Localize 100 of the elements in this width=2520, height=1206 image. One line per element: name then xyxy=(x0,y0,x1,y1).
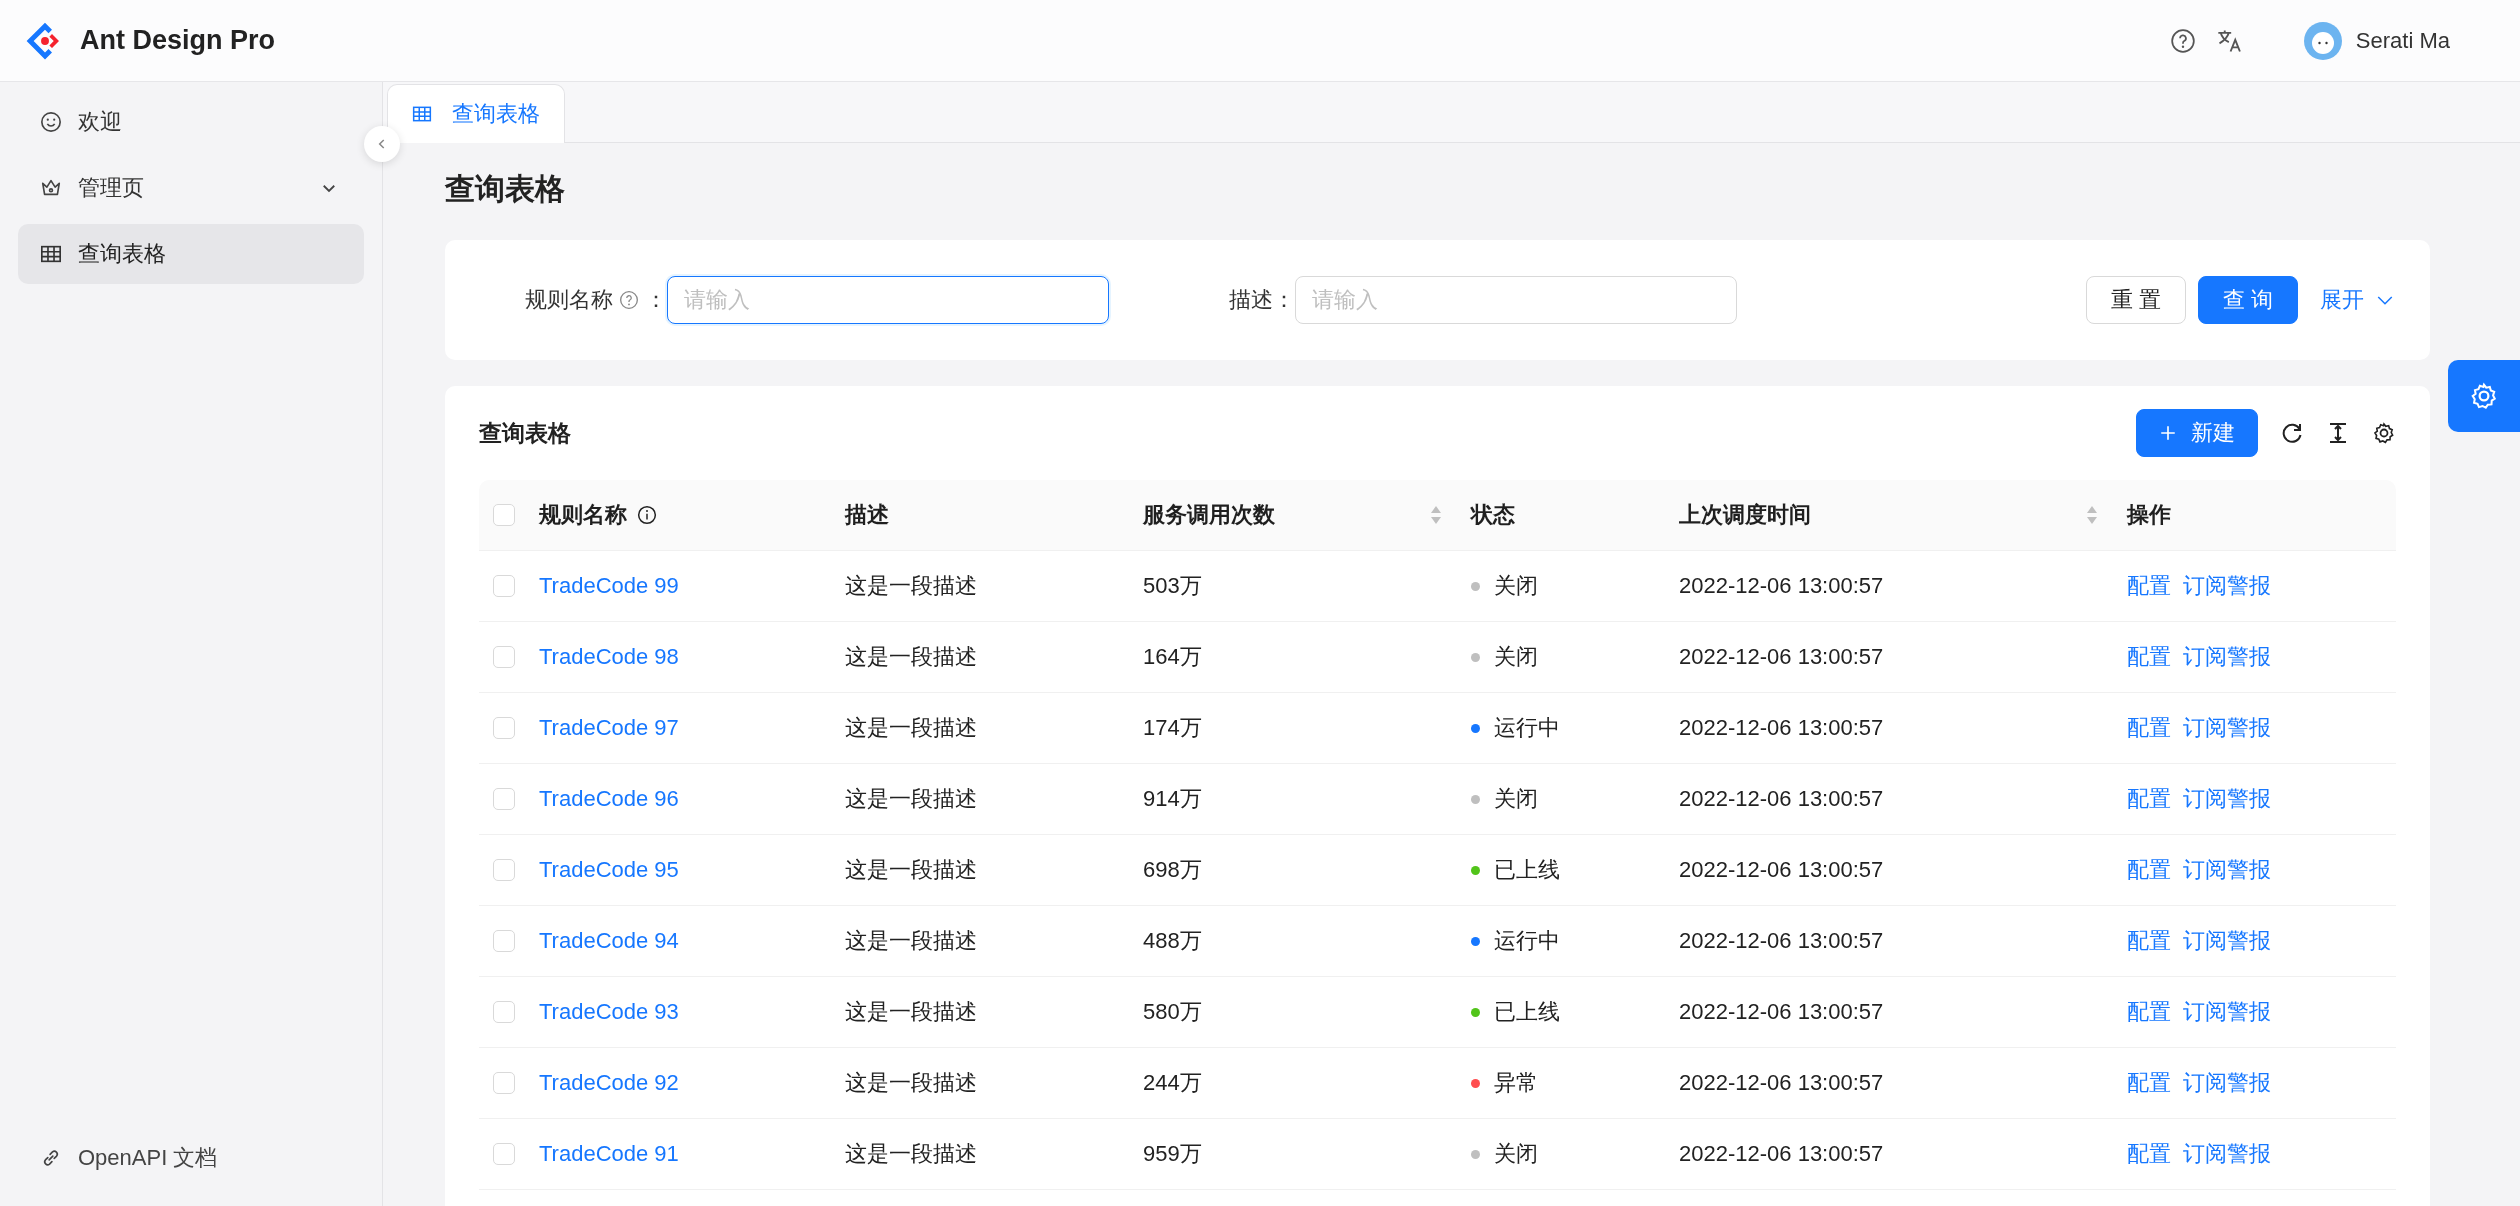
table-cell: 914万 xyxy=(1143,786,1202,811)
column-header[interactable]: 上次调度时间 xyxy=(1665,480,2113,551)
table-cell: 2022-12-06 13:00:57 xyxy=(1679,715,1884,740)
row-checkbox[interactable] xyxy=(493,859,515,881)
table-cell: 174万 xyxy=(1143,715,1202,740)
field-label[interactable]: 规则名称 ： xyxy=(525,285,667,315)
table-cell: 488万 xyxy=(1143,928,1202,953)
table-cell: 2022-12-06 13:00:57 xyxy=(1679,573,1884,598)
row-checkbox[interactable] xyxy=(493,788,515,810)
action-link[interactable]: 订阅警报 xyxy=(2183,1068,2271,1098)
column-header[interactable]: 描述 xyxy=(831,480,1129,551)
help-icon xyxy=(619,290,639,310)
table-cell: 164万 xyxy=(1143,644,1202,669)
rule-name-link[interactable]: TradeCode 99 xyxy=(539,573,679,598)
search-button[interactable]: 查 询 xyxy=(2197,276,2298,324)
row-checkbox[interactable] xyxy=(493,1143,515,1165)
menu-item[interactable]: 管理页 xyxy=(18,158,364,218)
table-title: 查询表格 xyxy=(479,418,571,448)
table-cell: 2022-12-06 13:00:57 xyxy=(1679,644,1884,669)
column-header[interactable]: 规则名称 xyxy=(525,480,831,551)
settings-drawer-button[interactable] xyxy=(2448,360,2520,432)
page-title: 查询表格 xyxy=(445,171,566,207)
row-checkbox[interactable] xyxy=(493,575,515,597)
table-icon xyxy=(40,243,62,265)
menu-item[interactable]: 欢迎 xyxy=(18,92,364,152)
action-link[interactable]: 订阅警报 xyxy=(2183,784,2271,814)
table-cell: 503万 xyxy=(1143,573,1202,598)
action-link[interactable]: 订阅警报 xyxy=(2183,997,2271,1027)
rule-name-link[interactable]: TradeCode 96 xyxy=(539,786,679,811)
row-checkbox[interactable] xyxy=(493,1001,515,1023)
status-text: 关闭 xyxy=(1494,643,1538,671)
reset-button[interactable]: 重 置 xyxy=(2085,276,2186,324)
action-link[interactable]: 配置 xyxy=(2127,784,2171,814)
settings-icon[interactable] xyxy=(2372,421,2396,445)
expand-link[interactable]: 展开 xyxy=(2320,285,2394,315)
action-link[interactable]: 订阅警报 xyxy=(2183,571,2271,601)
reload-icon[interactable] xyxy=(2280,421,2304,445)
action-link[interactable]: 配置 xyxy=(2127,997,2171,1027)
rule-name-link[interactable]: TradeCode 93 xyxy=(539,999,679,1024)
collapse-button[interactable] xyxy=(364,126,400,162)
action-link[interactable]: 配置 xyxy=(2127,855,2171,885)
table-cell: 698万 xyxy=(1143,857,1202,882)
input-field[interactable]: 请输入 xyxy=(667,276,1109,324)
table-cell: 这是一段描述 xyxy=(845,1070,977,1095)
column-header[interactable]: 操作 xyxy=(2113,480,2396,551)
help-icon[interactable] xyxy=(2169,27,2196,54)
row-checkbox[interactable] xyxy=(493,1072,515,1094)
action-link[interactable]: 订阅警报 xyxy=(2183,926,2271,956)
field-label[interactable]: 描述： xyxy=(1229,285,1295,315)
action-link[interactable]: 订阅警报 xyxy=(2183,855,2271,885)
status-text: 异常 xyxy=(1494,1069,1538,1097)
row-checkbox[interactable] xyxy=(493,646,515,668)
user-menu[interactable]: Serati Ma xyxy=(2303,21,2450,60)
sort-icon[interactable] xyxy=(2085,504,2099,526)
table-cell: 2022-12-06 13:00:57 xyxy=(1679,786,1884,811)
status-text: 关闭 xyxy=(1494,1140,1538,1168)
table-cell: 这是一段描述 xyxy=(845,786,977,811)
new-button[interactable]: 新建 xyxy=(2136,409,2258,457)
settings-icon xyxy=(2469,381,2499,411)
status-text: 关闭 xyxy=(1494,785,1538,813)
action-link[interactable]: 配置 xyxy=(2127,1139,2171,1169)
action-link[interactable]: 配置 xyxy=(2127,713,2171,743)
menu-item[interactable]: 查询表格 xyxy=(18,224,364,284)
table-cell: 2022-12-06 13:00:57 xyxy=(1679,857,1884,882)
sort-icon[interactable] xyxy=(1429,504,1443,526)
table-icon xyxy=(412,104,432,124)
column-header[interactable]: 状态 xyxy=(1457,480,1665,551)
rule-name-link[interactable]: TradeCode 97 xyxy=(539,715,679,740)
status-text: 运行中 xyxy=(1494,927,1560,955)
action-link[interactable]: 配置 xyxy=(2127,642,2171,672)
status-text: 运行中 xyxy=(1494,714,1560,742)
select-all-checkbox[interactable] xyxy=(493,504,515,526)
action-link[interactable]: 订阅警报 xyxy=(2183,1139,2271,1169)
table-cell: 这是一段描述 xyxy=(845,715,977,740)
rule-name-link[interactable]: TradeCode 91 xyxy=(539,1141,679,1166)
row-checkbox[interactable] xyxy=(493,717,515,739)
table-cell: 这是一段描述 xyxy=(845,1141,977,1166)
action-link[interactable]: 配置 xyxy=(2127,571,2171,601)
table-cell: 这是一段描述 xyxy=(845,644,977,669)
status-text: 已上线 xyxy=(1494,998,1560,1026)
table-cell: 2022-12-06 13:00:57 xyxy=(1679,1141,1884,1166)
action-link[interactable]: 配置 xyxy=(2127,1068,2171,1098)
rule-name-link[interactable]: TradeCode 98 xyxy=(539,644,679,669)
rule-name-link[interactable]: TradeCode 95 xyxy=(539,857,679,882)
info-icon xyxy=(637,505,657,525)
table-cell: 2022-12-06 13:00:57 xyxy=(1679,928,1884,953)
status-text: 关闭 xyxy=(1494,572,1538,600)
action-link[interactable]: 订阅警报 xyxy=(2183,713,2271,743)
docs-link[interactable]: OpenAPI 文档 xyxy=(0,1128,382,1206)
page-tab[interactable]: 查询表格 xyxy=(387,84,565,143)
rule-name-link[interactable]: TradeCode 92 xyxy=(539,1070,679,1095)
column-header[interactable]: 服务调用次数 xyxy=(1129,480,1457,551)
action-link[interactable]: 订阅警报 xyxy=(2183,642,2271,672)
row-checkbox[interactable] xyxy=(493,930,515,952)
action-link[interactable]: 配置 xyxy=(2127,926,2171,956)
table-cell: 这是一段描述 xyxy=(845,999,977,1024)
avatar-icon xyxy=(2303,21,2342,60)
table-cell: 2022-12-06 13:00:57 xyxy=(1679,1070,1884,1095)
rule-name-link[interactable]: TradeCode 94 xyxy=(539,928,679,953)
table-cell: 这是一段描述 xyxy=(845,573,977,598)
